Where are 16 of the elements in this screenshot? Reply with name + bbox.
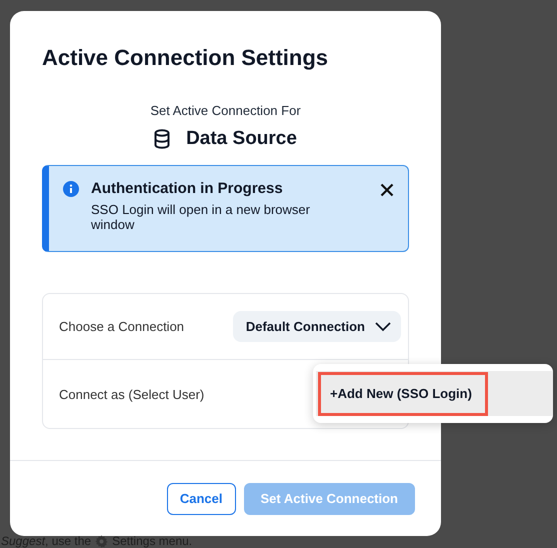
- connection-dropdown[interactable]: Default Connection: [232, 311, 401, 342]
- close-icon: [380, 183, 394, 197]
- data-source-name: Data Source: [186, 128, 297, 150]
- add-new-sso-option[interactable]: +Add New (SSO Login): [318, 372, 488, 416]
- alert-message: SSO Login will open in a new browser window: [91, 202, 311, 232]
- info-icon: [63, 181, 79, 197]
- cancel-button[interactable]: Cancel: [166, 482, 236, 514]
- database-icon: [154, 129, 170, 149]
- field-label: Connect as (Select User): [59, 386, 204, 402]
- dialog-title: Active Connection Settings: [42, 44, 330, 72]
- chevron-down-icon: [375, 322, 391, 332]
- field-label: Choose a Connection: [59, 319, 184, 334]
- dialog-subtitle: Set Active Connection For: [149, 103, 302, 118]
- alert-title: Authentication in Progress: [91, 180, 284, 197]
- menu-item[interactable]: +Add New (SSO Login): [316, 371, 553, 416]
- close-button[interactable]: [380, 183, 394, 197]
